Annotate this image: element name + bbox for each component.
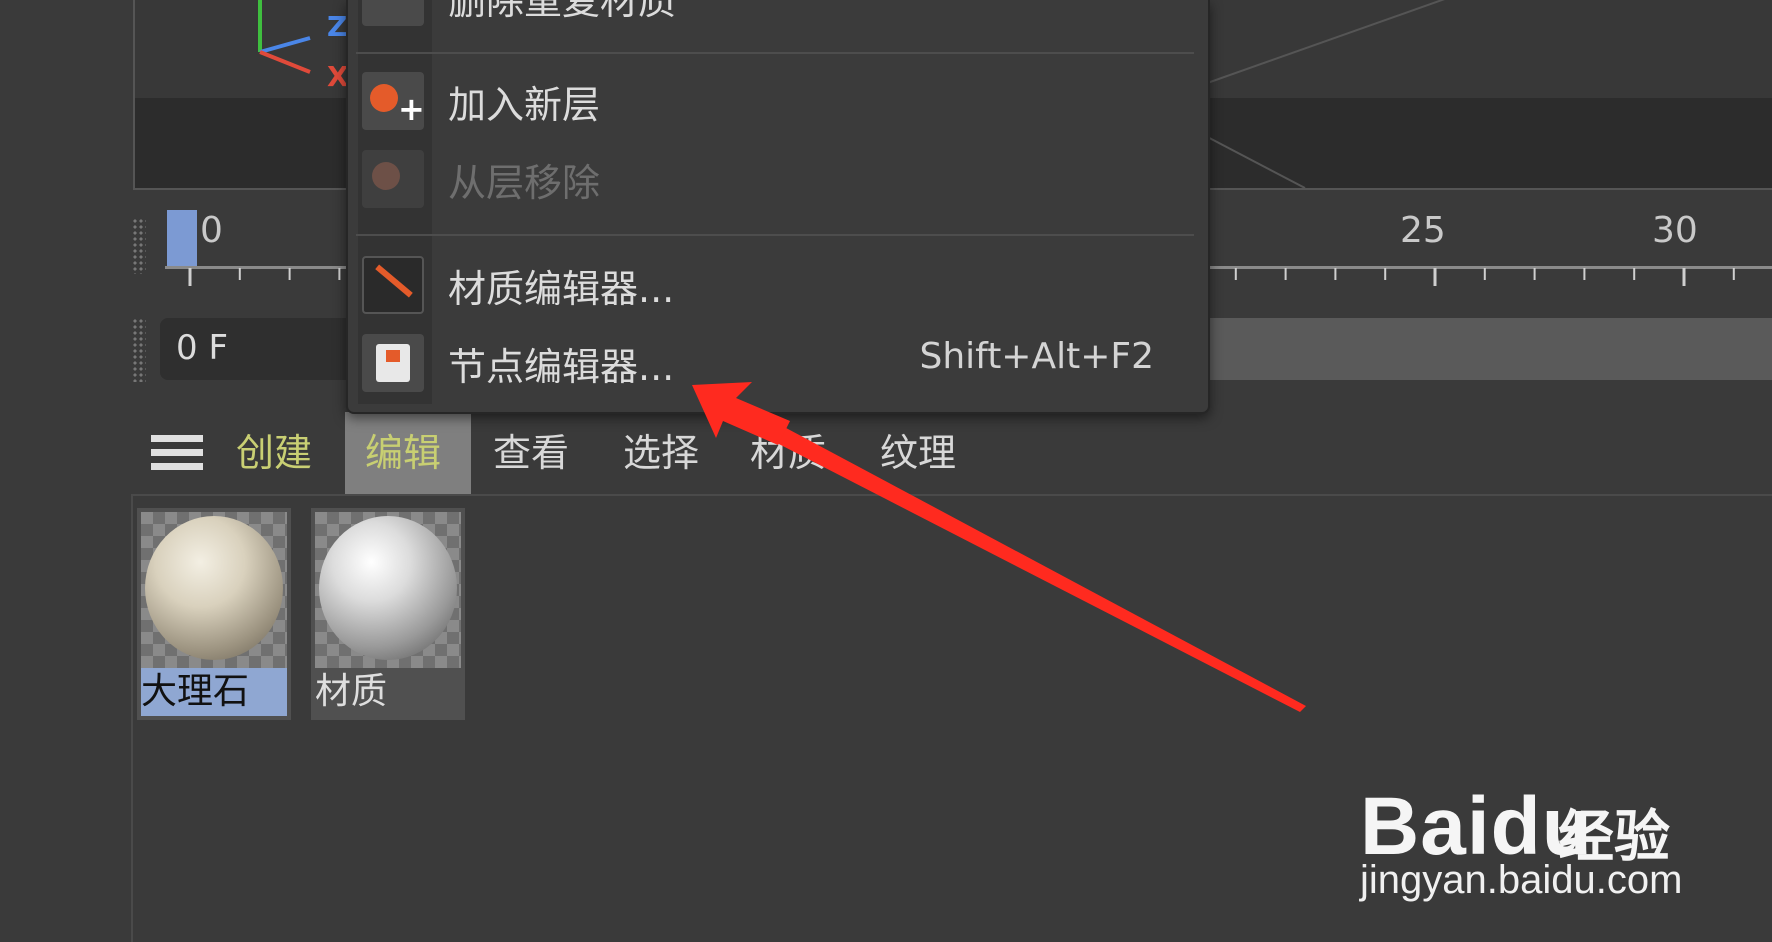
- watermark-url: jingyan.baidu.com: [1360, 858, 1683, 902]
